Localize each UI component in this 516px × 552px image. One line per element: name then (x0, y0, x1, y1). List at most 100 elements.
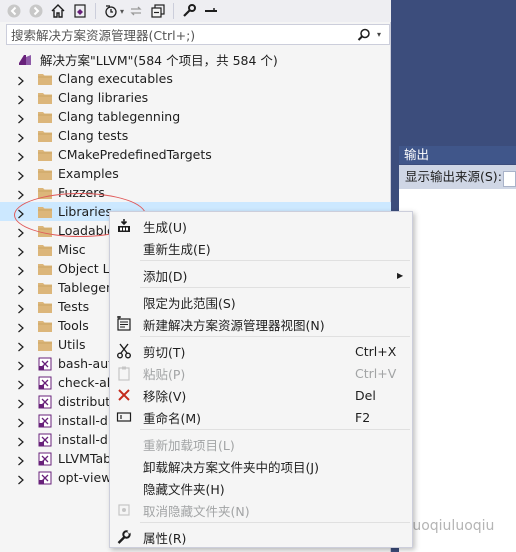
tree-folder-item[interactable]: Fuzzers (0, 183, 391, 202)
tree-item-label: install-di (58, 413, 112, 428)
tree-item-label: Object Li (58, 261, 114, 276)
expand-arrow-icon[interactable] (17, 473, 25, 484)
tree-item-label: CMakePredefinedTargets (58, 147, 212, 162)
expand-arrow-icon[interactable] (17, 264, 25, 275)
expand-arrow-icon[interactable] (17, 245, 25, 256)
expand-arrow-icon[interactable] (17, 416, 25, 427)
menu-separator (140, 336, 410, 337)
tree-item-label: Examples (58, 166, 119, 181)
menu-item-properties[interactable]: 属性(R) (110, 526, 412, 548)
expand-arrow-icon[interactable] (17, 169, 25, 180)
collapse-all-icon[interactable] (148, 1, 168, 21)
back-icon[interactable] (4, 1, 24, 21)
expand-arrow-icon[interactable] (17, 378, 25, 389)
menu-item-shortcut: Ctrl+X (355, 343, 397, 359)
output-source-select[interactable] (503, 171, 516, 187)
sync-icon[interactable] (126, 1, 146, 21)
menu-item-label: 生成(U) (143, 219, 187, 235)
expand-arrow-icon[interactable] (17, 150, 25, 161)
menu-item-unload-projects[interactable]: 卸载解决方案文件夹中的项目(J) (110, 455, 412, 477)
expand-arrow-icon[interactable] (17, 188, 25, 199)
folder-icon (37, 205, 53, 219)
menu-item-label: 重新生成(E) (143, 241, 211, 257)
menu-item-scope-to-this[interactable]: 限定为此范围(S) (110, 291, 412, 313)
toolbar-separator (173, 3, 175, 19)
menu-item-label: 重命名(M) (143, 410, 202, 426)
folder-icon (37, 186, 53, 200)
menu-item-rebuild[interactable]: 重新生成(E) (110, 237, 412, 259)
expand-arrow-icon[interactable] (17, 93, 25, 104)
preview-icon[interactable] (201, 1, 221, 21)
menu-item-label: 移除(V) (143, 388, 187, 404)
tree-folder-item[interactable]: Clang executables (0, 69, 391, 88)
remove-icon (115, 386, 133, 404)
project-icon (37, 452, 53, 466)
menu-item-new-view[interactable]: 新建解决方案资源管理器视图(N) (110, 313, 412, 335)
menu-item-label: 新建解决方案资源管理器视图(N) (143, 317, 325, 333)
search-icon[interactable] (357, 28, 377, 42)
output-panel-body (399, 189, 516, 552)
search-options-dropdown-icon[interactable]: ▾ (377, 30, 389, 39)
expand-arrow-icon[interactable] (17, 131, 25, 142)
folder-icon (37, 91, 53, 105)
tree-item-label: Utils (58, 337, 86, 352)
tree-folder-item[interactable]: Clang tablegenning (0, 107, 391, 126)
folder-icon (37, 148, 53, 162)
tree-folder-item[interactable]: Clang tests (0, 126, 391, 145)
menu-item-build[interactable]: 生成(U) (110, 215, 412, 237)
expand-arrow-icon[interactable] (17, 321, 25, 332)
pending-changes-icon[interactable] (101, 1, 121, 21)
project-icon (37, 414, 53, 428)
menu-item-hide-folder[interactable]: 隐藏文件夹(H) (110, 477, 412, 499)
tree-folder-item[interactable]: Examples (0, 164, 391, 183)
tree-item-label: Tools (58, 318, 89, 333)
menu-item-shortcut: F2 (355, 409, 371, 425)
tree-item-label: LLVMTab (58, 451, 112, 466)
solution-icon (17, 53, 33, 67)
cut-icon (115, 342, 133, 360)
project-icon (37, 357, 53, 371)
menu-item-rename[interactable]: 重命名(M) F2 (110, 406, 412, 428)
tree-item-label: install-di (58, 432, 112, 447)
expand-arrow-icon[interactable] (17, 207, 25, 218)
menu-item-remove[interactable]: 移除(V) Del (110, 384, 412, 406)
expand-arrow-icon[interactable] (17, 283, 25, 294)
menu-item-label: 属性(R) (143, 530, 187, 546)
expand-arrow-icon[interactable] (17, 454, 25, 465)
solution-root-item[interactable]: 解决方案"LLVM"(584 个项目，共 584 个) (0, 50, 391, 69)
expand-arrow-icon[interactable] (17, 340, 25, 351)
tree-folder-item[interactable]: CMakePredefinedTargets (0, 145, 391, 164)
forward-icon[interactable] (26, 1, 46, 21)
home-icon[interactable] (48, 1, 68, 21)
folder-icon (37, 129, 53, 143)
menu-item-label: 添加(D) (143, 268, 188, 284)
tree-item-label: Fuzzers (58, 185, 105, 200)
expand-arrow-icon[interactable] (17, 74, 25, 85)
tree-item-label: opt-view (58, 470, 112, 485)
project-icon (37, 471, 53, 485)
menu-item-cut[interactable]: 剪切(T) Ctrl+X (110, 340, 412, 362)
tree-folder-item[interactable]: Clang libraries (0, 88, 391, 107)
tree-item-label: Clang libraries (58, 90, 149, 105)
expand-arrow-icon[interactable] (17, 302, 25, 313)
folder-icon (37, 167, 53, 181)
menu-item-unhide-folders: 取消隐藏文件夹(N) (110, 499, 412, 521)
folder-icon (37, 110, 53, 124)
tree-item-label: Libraries (58, 204, 112, 219)
menu-item-add[interactable]: 添加(D) ▶ (110, 264, 412, 286)
tree-item-label: Clang tests (58, 128, 129, 143)
menu-item-reload-projects: 重新加载项目(L) (110, 433, 412, 455)
expand-arrow-icon[interactable] (17, 397, 25, 408)
search-placeholder: 搜索解决方案资源管理器(Ctrl+;) (11, 28, 196, 43)
expand-arrow-icon[interactable] (17, 112, 25, 123)
project-icon (37, 433, 53, 447)
expand-arrow-icon[interactable] (17, 226, 25, 237)
switch-views-icon[interactable] (70, 1, 90, 21)
tree-item-label: Clang executables (58, 71, 173, 86)
expand-arrow-icon[interactable] (17, 359, 25, 370)
expand-arrow-icon[interactable] (17, 435, 25, 446)
search-input[interactable]: 搜索解决方案资源管理器(Ctrl+;) ▾ (6, 24, 390, 45)
properties-icon[interactable] (179, 1, 199, 21)
pending-changes-dropdown-icon[interactable]: ▾ (120, 7, 124, 16)
tree-item-label: Clang tablegenning (58, 109, 181, 124)
